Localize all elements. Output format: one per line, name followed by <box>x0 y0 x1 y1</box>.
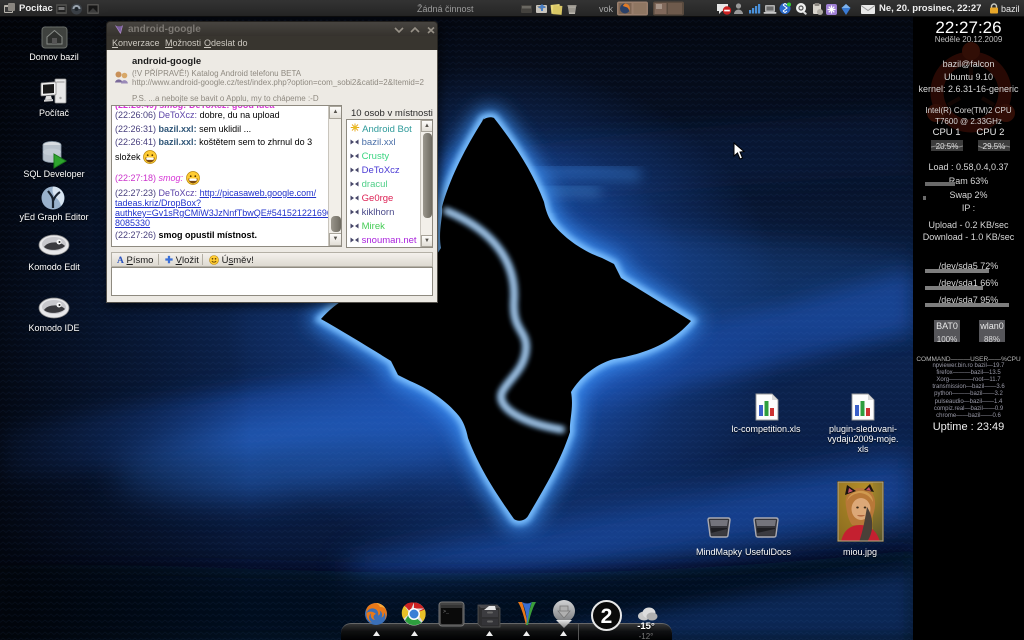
svg-text:>_: >_ <box>443 609 450 615</box>
svg-text:2: 2 <box>601 605 613 628</box>
